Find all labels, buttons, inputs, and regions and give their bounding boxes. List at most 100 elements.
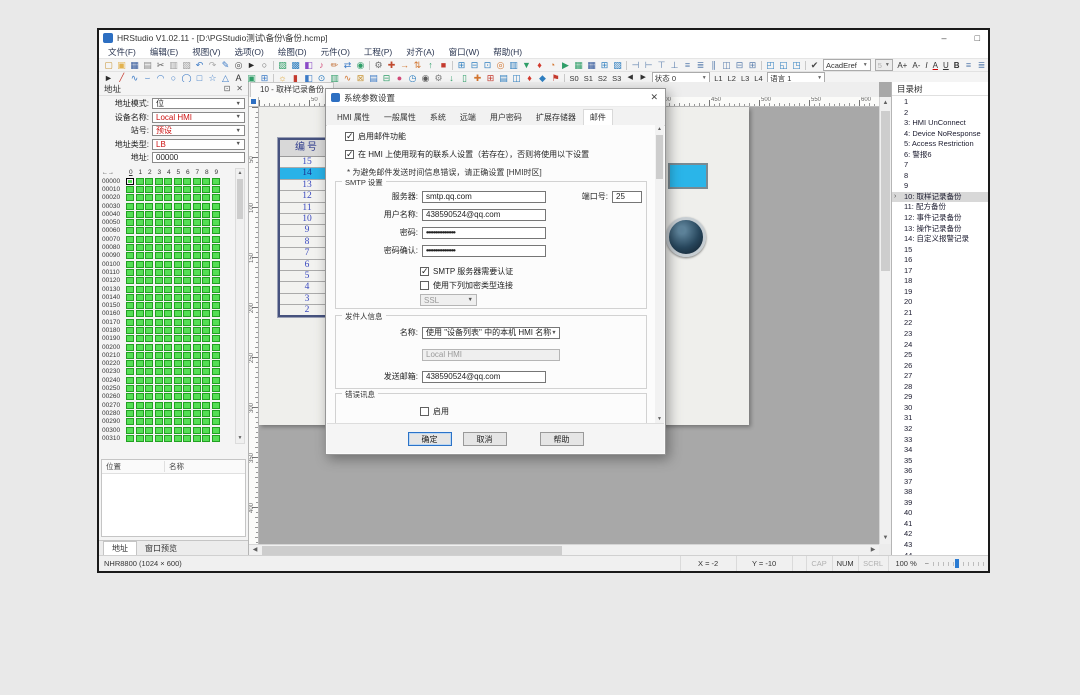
grid-cell[interactable] bbox=[145, 360, 153, 367]
grid-cell[interactable] bbox=[136, 435, 144, 442]
grid-cell[interactable] bbox=[193, 194, 201, 201]
tree-item[interactable]: 21 bbox=[892, 308, 988, 319]
font-size-select[interactable]: 5▼ bbox=[875, 59, 893, 71]
grid-cell[interactable] bbox=[202, 360, 210, 367]
grid-cell[interactable] bbox=[164, 310, 172, 317]
grid-cell[interactable] bbox=[202, 269, 210, 276]
grid-cell[interactable] bbox=[202, 427, 210, 434]
grid-cell[interactable] bbox=[202, 244, 210, 251]
minimize-button[interactable]: – bbox=[942, 33, 947, 43]
grid-cell[interactable] bbox=[193, 393, 201, 400]
close-panel-icon[interactable]: ✕ bbox=[236, 84, 243, 93]
grid-cell[interactable] bbox=[145, 194, 153, 201]
grid-cell[interactable] bbox=[145, 219, 153, 226]
tree-item[interactable]: ›10: 取样记录备份 bbox=[892, 192, 988, 203]
grid-cell[interactable] bbox=[193, 227, 201, 234]
grid-cell[interactable] bbox=[193, 252, 201, 259]
grid-cell[interactable] bbox=[126, 310, 134, 317]
grid-cell[interactable] bbox=[164, 402, 172, 409]
field-input-4[interactable]: 00000 bbox=[152, 152, 245, 163]
grid-cell[interactable] bbox=[164, 227, 172, 234]
grid-cell[interactable] bbox=[202, 236, 210, 243]
grid-cell[interactable] bbox=[212, 269, 220, 276]
zoom-slider-thumb[interactable] bbox=[955, 559, 959, 568]
grid-cell[interactable] bbox=[174, 178, 182, 185]
grid-cell[interactable] bbox=[164, 377, 172, 384]
grid-cell[interactable] bbox=[212, 252, 220, 259]
simulate-icon[interactable]: ▶ bbox=[559, 59, 572, 71]
grid-cell[interactable] bbox=[174, 186, 182, 193]
grid-cell[interactable] bbox=[212, 277, 220, 284]
grid-cell[interactable] bbox=[136, 294, 144, 301]
grid-cell[interactable] bbox=[193, 377, 201, 384]
tree-item[interactable]: 35 bbox=[892, 456, 988, 467]
menu-item-6[interactable]: 工程(P) bbox=[357, 46, 399, 58]
grid-cell[interactable] bbox=[202, 327, 210, 334]
grid-cell[interactable] bbox=[174, 435, 182, 442]
canvas-rectangle-element[interactable] bbox=[668, 163, 708, 189]
tree-item[interactable]: 17 bbox=[892, 266, 988, 277]
layer-grid-icon[interactable]: ⊞ bbox=[598, 59, 611, 71]
grid-cell[interactable] bbox=[164, 410, 172, 417]
grid-cell[interactable] bbox=[193, 427, 201, 434]
grid-cell[interactable] bbox=[164, 277, 172, 284]
tree-item[interactable]: 30 bbox=[892, 403, 988, 414]
grid-cell[interactable] bbox=[145, 427, 153, 434]
align-bottom-icon[interactable]: ⊥ bbox=[668, 59, 681, 71]
scroll-down-icon[interactable]: ▼ bbox=[880, 532, 891, 544]
timer-icon[interactable]: ◔ bbox=[546, 59, 559, 71]
grid-cell[interactable] bbox=[155, 435, 163, 442]
grid-cell[interactable] bbox=[164, 327, 172, 334]
tree-item[interactable]: 18 bbox=[892, 276, 988, 287]
grid-cell[interactable] bbox=[126, 286, 134, 293]
tree-expand-icon[interactable]: › bbox=[894, 192, 896, 203]
grid-cell[interactable] bbox=[136, 352, 144, 359]
grid-cell[interactable] bbox=[193, 286, 201, 293]
grid-cell[interactable] bbox=[126, 377, 134, 384]
field-select-0[interactable]: 位▼ bbox=[152, 98, 245, 109]
tree-item[interactable]: 41 bbox=[892, 519, 988, 530]
grid-cell[interactable] bbox=[202, 277, 210, 284]
grid-cell[interactable] bbox=[183, 344, 191, 351]
grid-cell[interactable] bbox=[193, 368, 201, 375]
grid-cell[interactable] bbox=[174, 269, 182, 276]
grid-cell[interactable] bbox=[136, 368, 144, 375]
grid-cell[interactable] bbox=[164, 368, 172, 375]
grid-cell[interactable] bbox=[183, 327, 191, 334]
grid-cell[interactable] bbox=[193, 418, 201, 425]
grid-cell[interactable] bbox=[174, 344, 182, 351]
grid-cell[interactable] bbox=[136, 385, 144, 392]
upload-icon[interactable]: ↑ bbox=[424, 59, 437, 71]
grid-cell[interactable] bbox=[164, 203, 172, 210]
grid-cell[interactable] bbox=[212, 435, 220, 442]
grid-cell[interactable] bbox=[193, 294, 201, 301]
grid-cell[interactable] bbox=[202, 194, 210, 201]
grid-cell[interactable] bbox=[202, 219, 210, 226]
same-height-icon[interactable]: ⊟ bbox=[733, 59, 746, 71]
grid-cell[interactable] bbox=[212, 335, 220, 342]
cut-icon[interactable]: ✂ bbox=[154, 59, 167, 71]
grid-cell[interactable] bbox=[174, 335, 182, 342]
grid-cell[interactable] bbox=[136, 194, 144, 201]
palette-icon[interactable]: ◧ bbox=[302, 59, 315, 71]
align-right-icon[interactable]: ⊢ bbox=[642, 59, 655, 71]
tree-item[interactable]: 27 bbox=[892, 371, 988, 382]
bold-button[interactable]: B bbox=[951, 61, 962, 70]
grid-cell[interactable] bbox=[155, 277, 163, 284]
grid-cell[interactable] bbox=[202, 410, 210, 417]
grid-cell[interactable] bbox=[212, 211, 220, 218]
grid-cell[interactable] bbox=[174, 211, 182, 218]
grid-cell[interactable] bbox=[145, 377, 153, 384]
grid-cell[interactable] bbox=[126, 244, 134, 251]
grid-cell[interactable] bbox=[193, 261, 201, 268]
grid-cell[interactable] bbox=[183, 194, 191, 201]
grid-cell[interactable] bbox=[136, 286, 144, 293]
dialog-scrollbar[interactable]: ▲ ▼ bbox=[655, 125, 664, 424]
grid-cell[interactable] bbox=[155, 203, 163, 210]
grid-cell[interactable] bbox=[202, 435, 210, 442]
grid-cell[interactable] bbox=[136, 319, 144, 326]
grid-cell[interactable] bbox=[202, 368, 210, 375]
grid-cell[interactable] bbox=[174, 310, 182, 317]
grid-cell[interactable] bbox=[193, 277, 201, 284]
font-color-button[interactable]: A bbox=[930, 61, 940, 70]
